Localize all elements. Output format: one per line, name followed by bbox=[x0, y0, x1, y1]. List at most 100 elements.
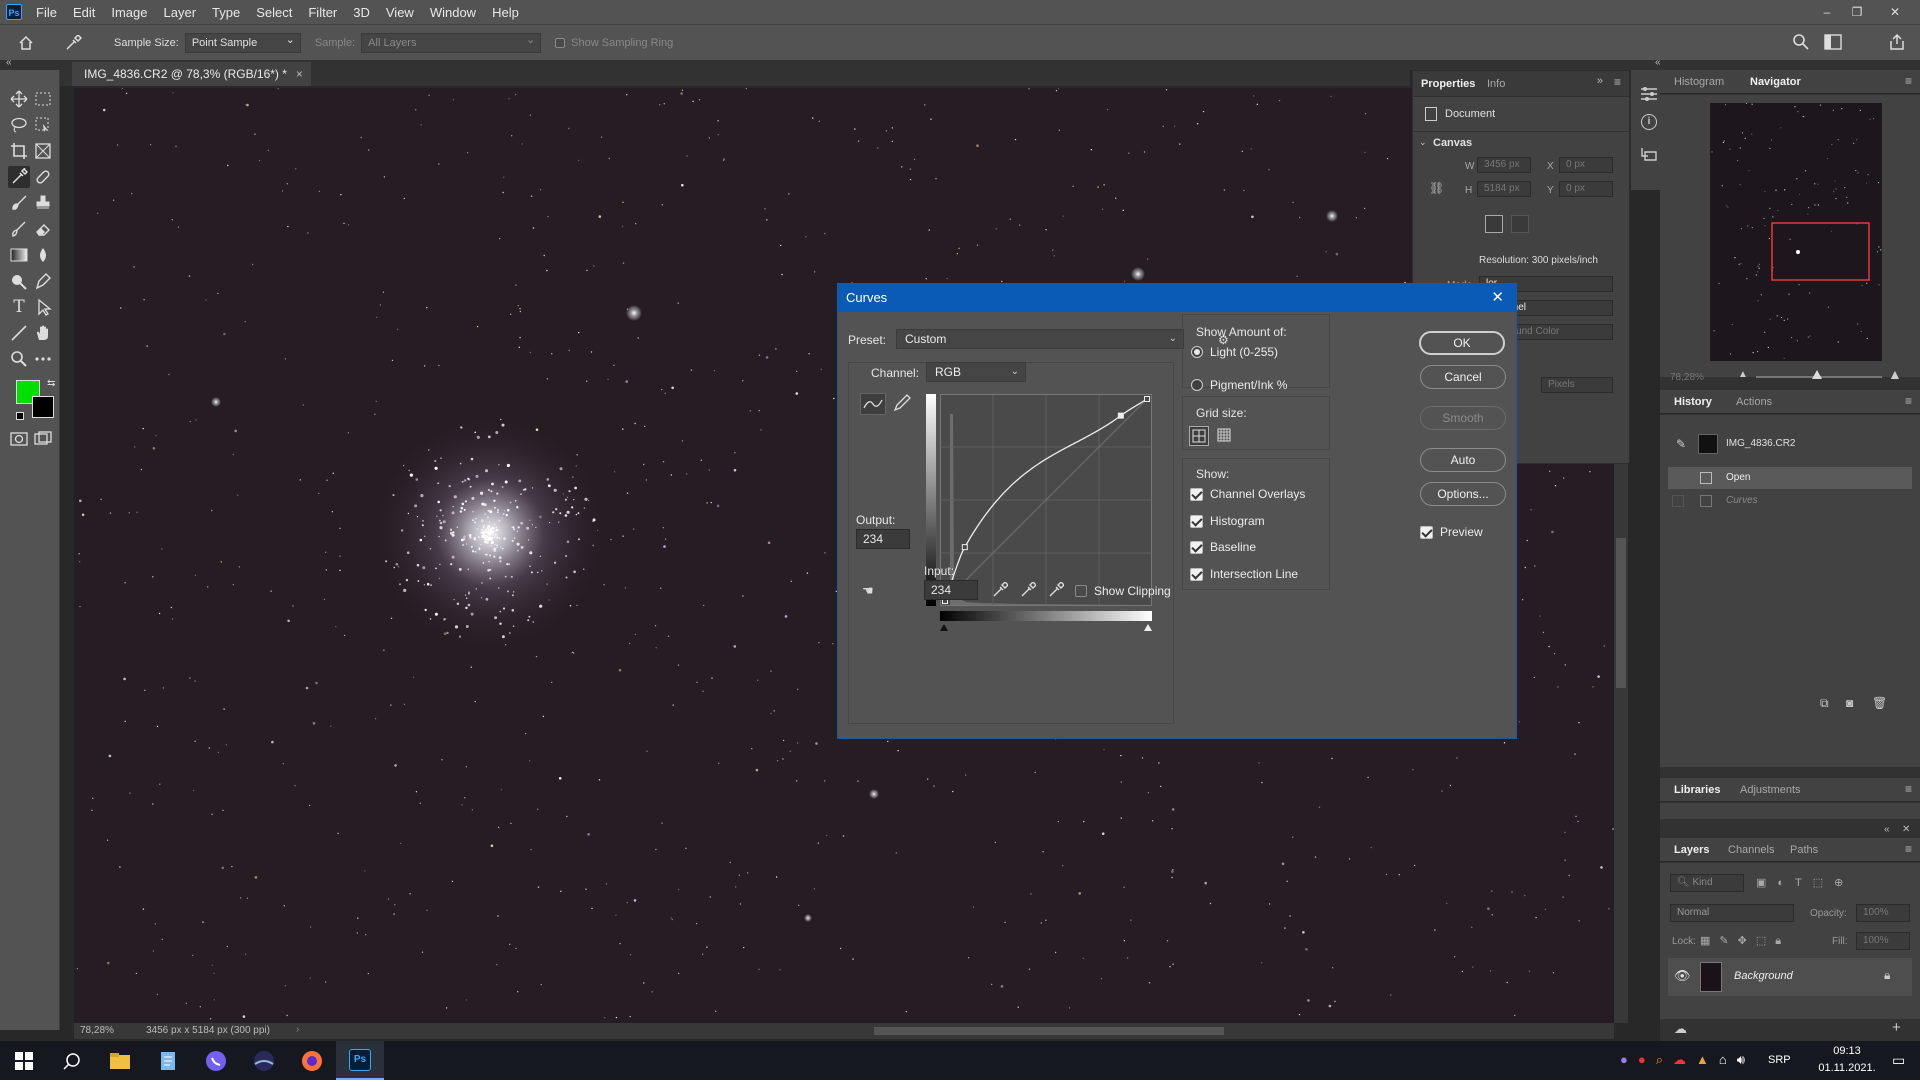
portrait-orientation-button[interactable] bbox=[1485, 215, 1503, 233]
menu-type[interactable]: Type bbox=[204, 5, 248, 20]
screen-mode-icon[interactable] bbox=[32, 428, 54, 450]
close-window-button[interactable]: ✕ bbox=[1880, 0, 1910, 24]
light-radio[interactable] bbox=[1191, 346, 1203, 358]
menu-3d[interactable]: 3D bbox=[345, 5, 378, 20]
zoom-slider-handle[interactable] bbox=[1812, 370, 1822, 379]
libraries-menu-icon[interactable]: ≡ bbox=[1905, 782, 1912, 796]
close-layers-icon[interactable]: ✕ bbox=[1902, 824, 1910, 835]
status-arrow-icon[interactable]: › bbox=[296, 1024, 299, 1035]
tab-paths[interactable]: Paths bbox=[1790, 838, 1818, 862]
navigator-preview[interactable] bbox=[1710, 103, 1882, 361]
layer-filter-icons[interactable]: ▣◐T⬚⊕ bbox=[1756, 876, 1854, 889]
line-tool-icon[interactable] bbox=[8, 322, 30, 344]
notepad-icon[interactable] bbox=[144, 1041, 192, 1080]
layer-kind-filter[interactable]: 🔍︎ Kind bbox=[1670, 874, 1744, 892]
type-tool-icon[interactable]: T bbox=[8, 296, 30, 318]
tab-channels[interactable]: Channels bbox=[1728, 838, 1774, 862]
lasso-tool-icon[interactable] bbox=[8, 114, 30, 136]
share-icon[interactable] bbox=[1888, 33, 1906, 51]
canvas-collapse-icon[interactable]: ⌄ bbox=[1419, 137, 1427, 148]
landscape-orientation-button[interactable] bbox=[1511, 215, 1529, 233]
preset-dropdown[interactable]: Custom ⌄ bbox=[896, 329, 1184, 349]
height-field[interactable]: 5184 px bbox=[1477, 181, 1531, 197]
close-document-icon[interactable]: × bbox=[296, 62, 303, 86]
baseline-checkbox[interactable] bbox=[1190, 541, 1203, 554]
eraser-tool-icon[interactable] bbox=[32, 218, 54, 240]
tab-adjustments[interactable]: Adjustments bbox=[1740, 778, 1801, 802]
white-point-eyedropper-icon[interactable] bbox=[1048, 582, 1064, 598]
menu-layer[interactable]: Layer bbox=[156, 5, 205, 20]
firefox-icon[interactable] bbox=[288, 1041, 336, 1080]
path-selection-tool-icon[interactable] bbox=[32, 296, 54, 318]
minimize-button[interactable]: – bbox=[1812, 0, 1842, 24]
ok-button[interactable]: OK bbox=[1419, 331, 1505, 355]
crop-tool-icon[interactable] bbox=[8, 140, 30, 162]
pigment-radio[interactable] bbox=[1191, 379, 1203, 391]
marquee-tool-icon[interactable] bbox=[32, 88, 54, 110]
opacity-field[interactable]: 100% bbox=[1856, 904, 1910, 922]
preview-checkbox[interactable] bbox=[1420, 526, 1433, 539]
tab-info[interactable]: Info bbox=[1487, 72, 1505, 96]
canvas-horizontal-scrollbar[interactable] bbox=[874, 1027, 1224, 1035]
gray-point-eyedropper-icon[interactable] bbox=[1020, 582, 1036, 598]
pen-tool-icon[interactable] bbox=[32, 270, 54, 292]
tab-actions[interactable]: Actions bbox=[1736, 390, 1772, 414]
curve-points-tool-icon[interactable] bbox=[860, 393, 886, 415]
delete-state-icon[interactable]: 🗑 bbox=[1872, 696, 1887, 710]
collapse-toolbar-icon[interactable]: « bbox=[6, 57, 12, 68]
brush-tool-icon[interactable] bbox=[8, 192, 30, 214]
eyedropper-preset-icon[interactable] bbox=[52, 34, 96, 51]
curve-pencil-tool-icon[interactable] bbox=[890, 393, 916, 415]
input-field[interactable]: 234 bbox=[924, 580, 978, 600]
white-point-slider[interactable] bbox=[1144, 624, 1152, 631]
blur-tool-icon[interactable] bbox=[32, 244, 54, 266]
tab-histogram[interactable]: Histogram bbox=[1674, 70, 1724, 94]
output-field[interactable]: 234 bbox=[856, 529, 910, 549]
default-colors-icon[interactable] bbox=[16, 412, 24, 420]
gradient-tool-icon[interactable] bbox=[8, 244, 30, 266]
move-tool-icon[interactable] bbox=[8, 88, 30, 110]
show-clipping-checkbox[interactable] bbox=[1075, 585, 1087, 597]
object-selection-tool-icon[interactable] bbox=[32, 114, 54, 136]
blend-mode-dropdown[interactable]: Normal bbox=[1670, 904, 1794, 922]
history-snapshot-name[interactable]: IMG_4836.CR2 bbox=[1726, 438, 1795, 449]
history-brush-source-icon[interactable]: ✎ bbox=[1676, 437, 1686, 451]
file-explorer-icon[interactable] bbox=[96, 1041, 144, 1080]
add-panel-icon[interactable]: + bbox=[1892, 1019, 1901, 1036]
auto-button[interactable]: Auto bbox=[1420, 448, 1506, 472]
navigator-zoom[interactable]: 78,28% bbox=[1670, 372, 1704, 383]
on-image-adjustment-icon[interactable]: ☚ bbox=[862, 583, 874, 599]
swap-colors-icon[interactable]: ⇆ bbox=[47, 378, 55, 389]
tab-navigator[interactable]: Navigator bbox=[1750, 70, 1801, 94]
more-tools-icon[interactable] bbox=[32, 348, 54, 370]
clone-stamp-tool-icon[interactable] bbox=[32, 192, 54, 214]
create-snapshot-icon[interactable]: ◙ bbox=[1846, 696, 1853, 710]
dodge-tool-icon[interactable] bbox=[8, 270, 30, 292]
taskbar-search-icon[interactable] bbox=[48, 1041, 96, 1080]
tab-properties[interactable]: Properties bbox=[1421, 72, 1475, 96]
intersection-line-checkbox[interactable] bbox=[1190, 568, 1203, 581]
adjustments-icon[interactable] bbox=[1639, 86, 1659, 102]
history-menu-icon[interactable]: ≡ bbox=[1905, 394, 1912, 408]
stellarium-icon[interactable] bbox=[240, 1041, 288, 1080]
clone-source-icon[interactable] bbox=[1639, 146, 1659, 162]
menu-file[interactable]: File bbox=[28, 5, 65, 20]
options-button[interactable]: Options... bbox=[1420, 482, 1506, 506]
search-icon[interactable] bbox=[1792, 33, 1810, 51]
sample-size-dropdown[interactable]: Point Sample bbox=[184, 31, 301, 53]
properties-menu-icon[interactable]: ≡ bbox=[1614, 75, 1621, 89]
info-icon[interactable]: i bbox=[1641, 114, 1657, 130]
clock-time[interactable]: 09:13 bbox=[1818, 1045, 1876, 1057]
zoom-out-icon[interactable]: ▲ bbox=[1738, 369, 1748, 380]
hand-tool-icon[interactable] bbox=[32, 322, 54, 344]
y-field[interactable]: 0 px bbox=[1559, 181, 1613, 197]
lock-icons[interactable]: ▦✎✥⬚🔒︎ bbox=[1700, 934, 1790, 948]
navigator-menu-icon[interactable]: ≡ bbox=[1905, 74, 1912, 88]
sample-dropdown[interactable]: All Layers bbox=[361, 31, 542, 53]
history-brush-tool-icon[interactable] bbox=[8, 218, 30, 240]
system-tray-icons[interactable]: ● ● ⌕ ☁ ▲ ⌂ 🔊︎ bbox=[1620, 1052, 1745, 1068]
width-field[interactable]: 3456 px bbox=[1477, 157, 1531, 173]
viber-icon[interactable] bbox=[192, 1041, 240, 1080]
notifications-icon[interactable]: ▭ bbox=[1892, 1052, 1905, 1069]
detailed-grid-icon[interactable] bbox=[1215, 426, 1235, 446]
